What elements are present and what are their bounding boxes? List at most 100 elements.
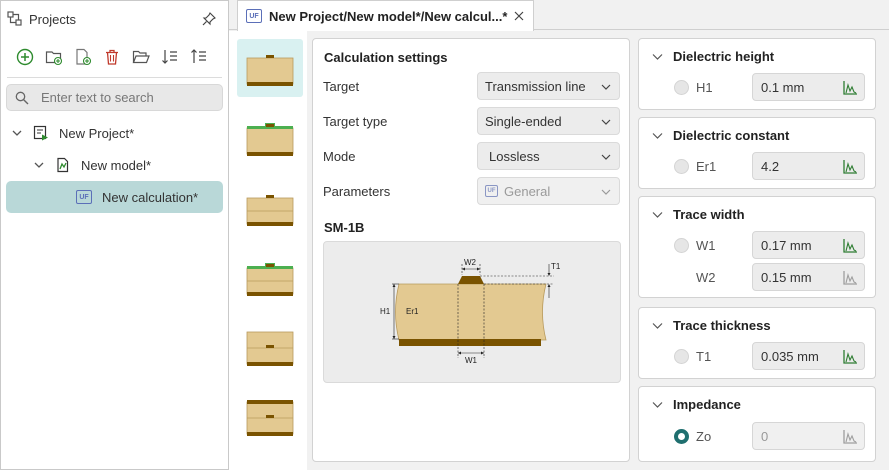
folder-add-icon [45, 51, 63, 66]
cross-section-svg: W2 T1 H1 Er1 W1 [380, 258, 561, 365]
section-title: Dielectric height [673, 49, 775, 64]
trace-thickness-card: Trace thickness T1 0.035 mm [638, 307, 876, 379]
structure-thumb-sm2b-mask[interactable] [237, 249, 303, 307]
w1-label: W1 [696, 238, 716, 253]
chevron-down-icon [652, 323, 663, 329]
chevron-down-icon [652, 402, 663, 408]
w2-label: W2 [696, 270, 716, 285]
add-button[interactable] [15, 47, 35, 67]
trace-thickness-header[interactable]: Trace thickness [652, 318, 771, 333]
sweep-chart-icon[interactable] [842, 349, 858, 365]
file-add-icon [76, 48, 92, 66]
w1-input[interactable]: 0.17 mm [752, 231, 865, 259]
param-row-er1: Er1 4.2 [639, 152, 875, 180]
search-input[interactable] [41, 90, 211, 105]
sort-ascending-button[interactable] [160, 47, 180, 67]
chevron-down-icon [652, 212, 663, 218]
w1-value: 0.17 mm [761, 237, 812, 253]
param-row-t1: T1 0.035 mm [639, 342, 875, 370]
h1-label: H1 [380, 307, 391, 316]
impedance-header[interactable]: Impedance [652, 397, 741, 412]
parameters-select[interactable]: UF General [477, 177, 620, 205]
close-icon[interactable] [514, 11, 524, 21]
open-folder-button[interactable] [131, 47, 151, 67]
t1-value: 0.035 mm [761, 348, 819, 364]
sort-descending-icon [191, 49, 206, 63]
chevron-down-icon[interactable] [33, 159, 45, 171]
er1-input[interactable]: 4.2 [752, 152, 865, 180]
chevron-down-icon [601, 84, 611, 90]
chevron-down-icon[interactable] [11, 127, 23, 139]
sweep-chart-icon[interactable] [842, 80, 858, 96]
h1-radio[interactable] [674, 80, 689, 95]
h1-input[interactable]: 0.1 mm [752, 73, 865, 101]
uf-badge-text: UF [487, 188, 496, 194]
mode-select[interactable]: Lossless [477, 142, 620, 170]
calculation-settings-title: Calculation settings [324, 50, 448, 65]
tree-item-label: New calculation* [102, 189, 199, 205]
new-file-button[interactable] [73, 47, 93, 67]
structure-diagram: W2 T1 H1 Er1 W1 [323, 241, 621, 383]
sort-ascending-icon [162, 50, 177, 64]
tab-calculation[interactable]: UF New Project/New model*/New calcul...* [237, 0, 534, 31]
trace-width-card: Trace width W1 0.17 mm W2 0.15 mm [638, 196, 876, 298]
t1-radio[interactable] [674, 349, 689, 364]
w1-label: W1 [465, 356, 478, 365]
sweep-chart-icon[interactable] [842, 238, 858, 254]
projects-toolbar [1, 37, 228, 77]
sweep-chart-icon[interactable] [842, 429, 858, 445]
sweep-chart-icon[interactable] [842, 270, 858, 286]
structure-thumb-sm1b-mask[interactable] [237, 109, 303, 167]
chevron-down-icon [601, 189, 611, 195]
add-circle-icon [16, 48, 34, 66]
tree-item-project[interactable]: New Project* [1, 117, 228, 149]
mode-value: Lossless [489, 148, 540, 164]
pin-icon[interactable] [202, 12, 216, 26]
zo-label: Zo [696, 429, 712, 444]
w2-input[interactable]: 0.15 mm [752, 263, 865, 291]
structure-thumb-stripline[interactable] [237, 389, 303, 447]
structure-thumb-sm2b[interactable] [237, 179, 303, 237]
tree-item-model[interactable]: New model* [1, 149, 228, 181]
chevron-down-icon [652, 54, 663, 60]
sort-descending-button[interactable] [189, 47, 209, 67]
model-icon [57, 157, 69, 173]
er1-radio[interactable] [674, 159, 689, 174]
chevron-down-icon [652, 133, 663, 139]
w1-radio[interactable] [674, 238, 689, 253]
param-row-w2: W2 0.15 mm [639, 263, 875, 291]
sweep-chart-icon[interactable] [842, 159, 858, 175]
mode-label: Mode [323, 148, 356, 164]
target-type-select[interactable]: Single-ended [477, 107, 620, 135]
parameters-label: Parameters [323, 183, 391, 199]
projects-icon [7, 11, 22, 26]
structure-thumb-sm1b[interactable] [237, 39, 303, 97]
trace-width-header[interactable]: Trace width [652, 207, 745, 222]
tree-item-calculation[interactable]: UF New calculation* [6, 181, 223, 213]
dielectric-constant-header[interactable]: Dielectric constant [652, 128, 789, 143]
h1-value: 0.1 mm [761, 79, 805, 95]
diagram-title: SM-1B [324, 220, 365, 235]
t1-input[interactable]: 0.035 mm [752, 342, 865, 370]
projects-panel: Projects Enter text to search New Projec… [0, 0, 229, 470]
parameters-row: Parameters UF General [323, 177, 621, 205]
search-box[interactable] [6, 84, 223, 111]
calculation-settings-panel: Calculation settings Target Transmission… [312, 38, 630, 462]
zo-value: 0 [761, 428, 769, 444]
delete-button[interactable] [102, 47, 122, 67]
er1-label: Er1 [406, 307, 419, 316]
project-tree: New Project* New model* UF New calculati… [1, 117, 228, 213]
tab-label: New Project/New model*/New calcul...* [269, 8, 508, 24]
structure-thumb-embedded[interactable] [237, 319, 303, 377]
chevron-down-icon [601, 154, 611, 160]
target-type-value: Single-ended [485, 113, 562, 129]
dielectric-height-header[interactable]: Dielectric height [652, 49, 774, 64]
target-type-label: Target type [323, 113, 388, 129]
uf-calculation-icon: UF [246, 9, 262, 23]
zo-radio-selected[interactable] [674, 429, 689, 444]
new-folder-button[interactable] [44, 47, 64, 67]
er1-value: 4.2 [761, 158, 780, 174]
target-select[interactable]: Transmission line [477, 72, 620, 100]
section-title: Dielectric constant [673, 128, 790, 143]
t1-label: T1 [696, 349, 712, 364]
